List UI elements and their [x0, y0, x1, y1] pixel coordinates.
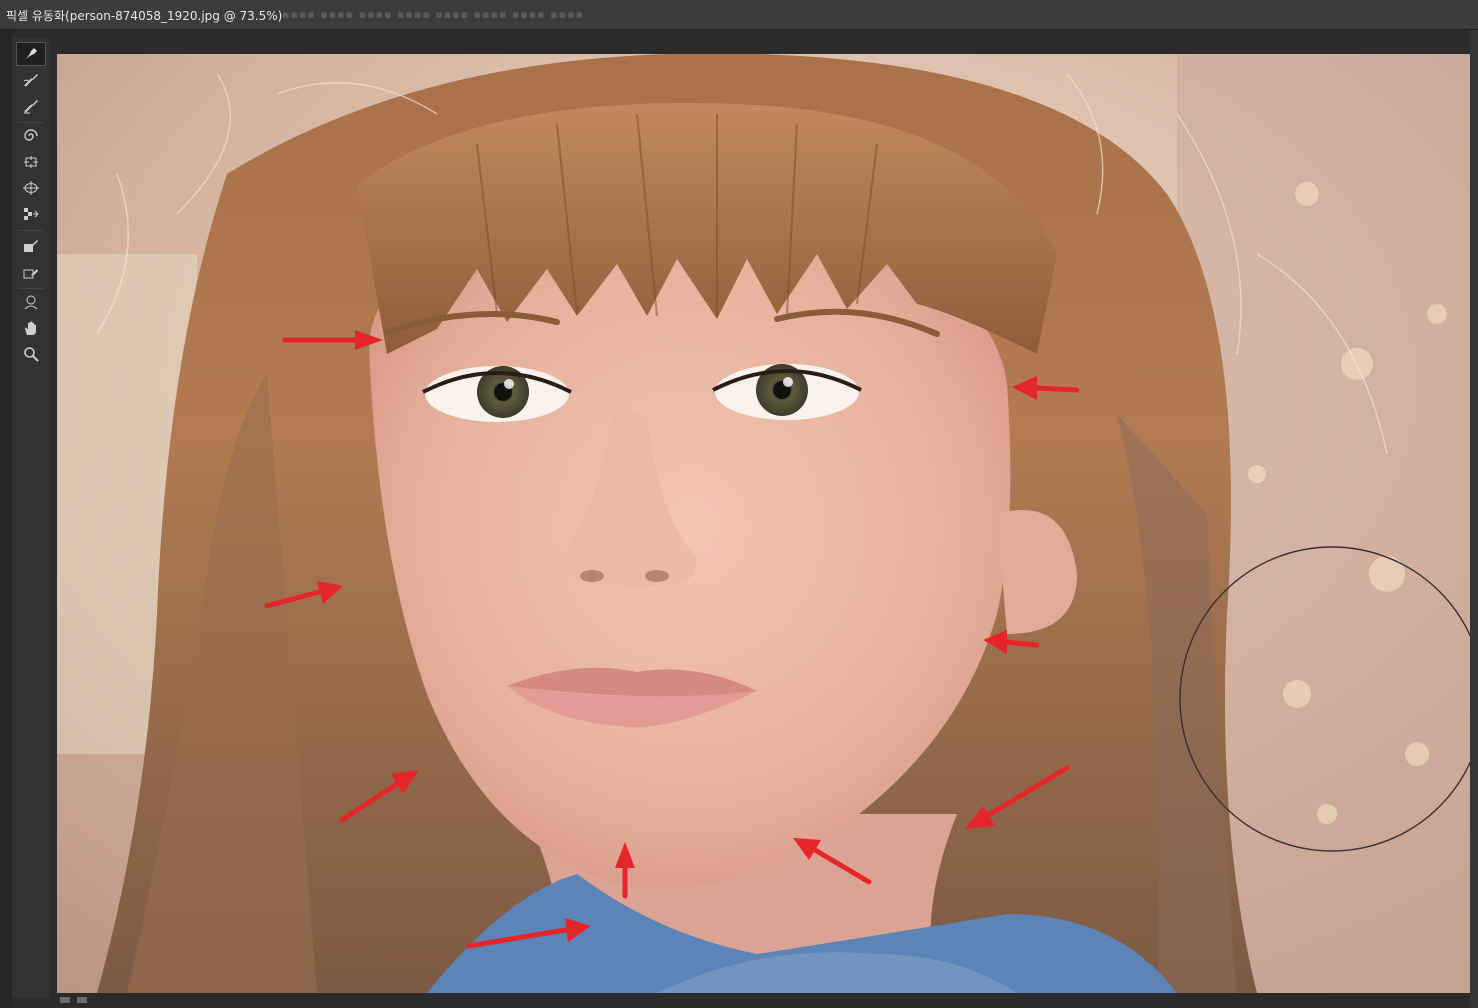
- thaw-mask-tool[interactable]: [16, 260, 46, 284]
- image-canvas[interactable]: [57, 54, 1470, 993]
- dialog-title: 픽셀 유동화(person-874058_1920.jpg @ 73.5%): [6, 9, 283, 23]
- forward-warp-tool[interactable]: [16, 42, 46, 66]
- smooth-tool[interactable]: [16, 94, 46, 118]
- bottom-status-strip: [57, 993, 1470, 1008]
- left-edge: [0, 30, 12, 1008]
- toolbar-separator: [18, 288, 44, 289]
- zoom-out-indicator[interactable]: [60, 997, 70, 1003]
- hand-icon: [25, 321, 36, 335]
- face-tool[interactable]: [16, 290, 46, 314]
- face-tool-icon: [24, 295, 38, 310]
- zoom-in-indicator[interactable]: [77, 997, 87, 1003]
- pucker-tool[interactable]: [16, 150, 46, 174]
- pucker-icon: [24, 156, 38, 168]
- hand-tool[interactable]: [16, 316, 46, 340]
- zoom-icon: [24, 347, 39, 362]
- zoom-tool[interactable]: [16, 342, 46, 366]
- dialog-titlebar[interactable]: 픽셀 유동화(person-874058_1920.jpg @ 73.5%) ▪…: [0, 0, 1478, 30]
- background-menu-ghost: ▪▪▪▪ ▪▪▪▪ ▪▪▪▪ ▪▪▪▪ ▪▪▪▪ ▪▪▪▪ ▪▪▪▪ ▪▪▪▪: [282, 8, 585, 21]
- twirl-tool[interactable]: [16, 124, 46, 148]
- bloat-icon: [23, 181, 39, 195]
- toolbar-separator: [18, 230, 44, 231]
- reconstruct-brush-icon: [23, 74, 38, 87]
- liquify-toolbar: [12, 38, 50, 998]
- freeze-mask-tool[interactable]: [16, 234, 46, 258]
- push-left-tool[interactable]: [16, 202, 46, 226]
- smooth-brush-icon: [24, 100, 38, 114]
- bloat-tool[interactable]: [16, 176, 46, 200]
- twirl-clockwise-icon: [24, 129, 38, 141]
- reconstruct-tool[interactable]: [16, 68, 46, 92]
- push-left-icon: [24, 208, 39, 220]
- right-panel-edge: [1470, 30, 1478, 1008]
- portrait-photo: [57, 54, 1470, 993]
- freeze-mask-icon: [24, 240, 38, 252]
- thaw-mask-icon: [23, 269, 38, 279]
- toolbar-separator: [18, 122, 44, 123]
- forward-warp-icon: [25, 48, 37, 60]
